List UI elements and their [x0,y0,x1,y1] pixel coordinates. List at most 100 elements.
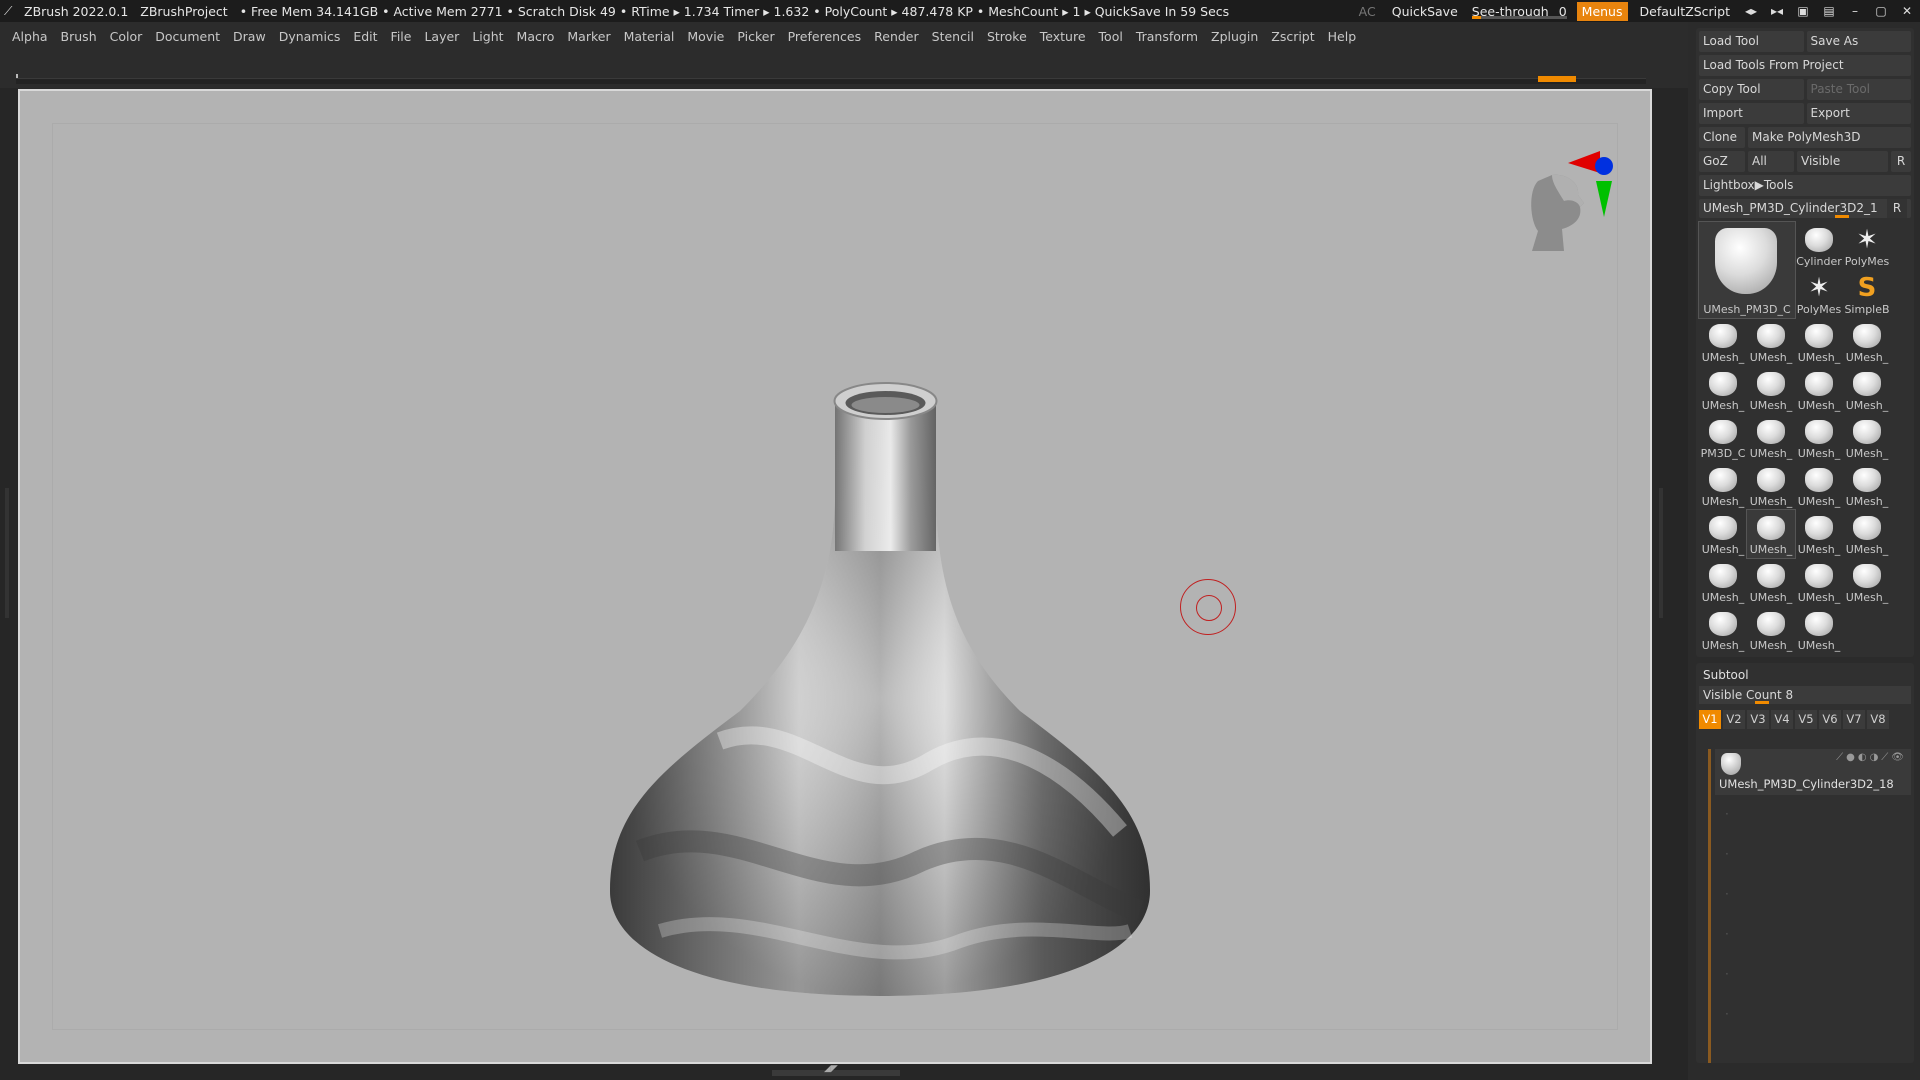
current-tool-r-button[interactable]: R [1887,199,1907,218]
current-tool-slider[interactable]: UMesh_PM3D_Cylinder3D2_1 R [1699,199,1911,218]
tool-thumbnail[interactable]: Cylinder [1795,222,1843,270]
copy-tool-button[interactable]: Copy Tool [1699,79,1804,100]
tool-thumbnail[interactable]: UMesh_ [1843,462,1891,510]
tool-thumbnail[interactable]: UMesh_ [1843,414,1891,462]
clone-button[interactable]: Clone [1699,127,1745,148]
menu-picker[interactable]: Picker [737,29,774,44]
menu-edit[interactable]: Edit [353,29,377,44]
tool-thumbnail[interactable]: UMesh_ [1699,462,1747,510]
tool-thumbnail[interactable]: UMesh_ [1843,366,1891,414]
menu-file[interactable]: File [391,29,412,44]
menu-texture[interactable]: Texture [1040,29,1086,44]
tool-thumbnail[interactable]: UMesh_ [1747,366,1795,414]
vase-model[interactable] [600,291,1160,1011]
tool-thumbnail[interactable]: PM3D_C [1699,414,1747,462]
tool-thumbnail[interactable]: UMesh_PM3D_C [1698,221,1796,319]
menu-alpha[interactable]: Alpha [12,29,48,44]
menu-layer[interactable]: Layer [424,29,459,44]
tool-thumbnail[interactable]: UMesh_ [1795,510,1843,558]
lightbox-tools-button[interactable]: Lightbox▶Tools [1699,175,1911,196]
make-polymesh3d-button[interactable]: Make PolyMesh3D [1748,127,1911,148]
shelf-position-marker[interactable] [1538,76,1576,82]
close-icon[interactable]: ✕ [1894,4,1920,18]
subtool-controls-icon[interactable]: ⟋●◐◑⟋👁 [1836,752,1907,763]
orientation-gizmo[interactable] [1508,121,1618,251]
goz-r-button[interactable]: R [1891,151,1911,172]
vtab-v1[interactable]: V1 [1699,710,1721,729]
vtab-v7[interactable]: V7 [1843,710,1865,729]
goz-button[interactable]: GoZ [1699,151,1745,172]
menu-document[interactable]: Document [155,29,220,44]
menu-zplugin[interactable]: Zplugin [1211,29,1258,44]
tool-thumbnail[interactable]: UMesh_ [1747,462,1795,510]
tool-thumbnail[interactable]: UMesh_ [1843,510,1891,558]
menu-zscript[interactable]: Zscript [1271,29,1314,44]
tool-thumbnail[interactable]: UMesh_ [1795,606,1843,654]
menu-brush[interactable]: Brush [61,29,97,44]
tool-thumbnail[interactable]: UMesh_ [1747,558,1795,606]
tool-thumbnail[interactable]: UMesh_ [1795,462,1843,510]
menus-toggle-button[interactable]: Menus [1576,1,1628,21]
tool-thumbnail[interactable]: UMesh_ [1699,366,1747,414]
bottom-tray-toggle-icon[interactable]: ◢◤ [824,1064,838,1074]
menu-marker[interactable]: Marker [567,29,610,44]
goz-visible-button[interactable]: Visible [1797,151,1888,172]
tool-thumbnail[interactable]: UMesh_ [1795,366,1843,414]
menu-light[interactable]: Light [472,29,503,44]
tool-thumbnail[interactable]: UMesh_ [1699,318,1747,366]
tool-thumbnail[interactable]: UMesh_ [1843,558,1891,606]
tool-thumbnail[interactable]: UMesh_ [1795,558,1843,606]
ac-button[interactable]: AC [1351,4,1384,19]
visible-count-slider[interactable]: Visible Count 8 [1699,686,1911,704]
paste-tool-button[interactable]: Paste Tool [1806,79,1911,100]
load-tools-from-project-button[interactable]: Load Tools From Project [1699,55,1911,76]
vtab-v2[interactable]: V2 [1723,710,1745,729]
tool-thumbnail[interactable]: UMesh_ [1747,318,1795,366]
menu-stencil[interactable]: Stencil [932,29,974,44]
import-button[interactable]: Import [1699,103,1804,124]
tool-thumbnail[interactable]: ✶ PolyMes [1795,270,1843,318]
shrink-width-icon[interactable]: ◂▸ [1738,4,1764,18]
menu-dynamics[interactable]: Dynamics [279,29,341,44]
menu-color[interactable]: Color [110,29,143,44]
tool-thumbnail[interactable]: UMesh_ [1747,414,1795,462]
tool-thumbnail[interactable]: UMesh_ [1699,558,1747,606]
layout-icon[interactable]: ▣ [1790,4,1816,18]
export-button[interactable]: Export [1806,103,1911,124]
tool-thumbnail[interactable]: ✶ PolyMes [1843,222,1891,270]
vtab-v5[interactable]: V5 [1795,710,1817,729]
menu-help[interactable]: Help [1328,29,1357,44]
swap-layout-icon[interactable]: ▤ [1816,4,1842,18]
save-as-button[interactable]: Save As [1806,31,1911,52]
tool-thumbnail[interactable]: S SimpleB [1843,270,1891,318]
vtab-v8[interactable]: V8 [1867,710,1889,729]
maximize-icon[interactable]: ▢ [1868,4,1894,18]
tool-thumbnail[interactable]: UMesh_ [1843,318,1891,366]
subtool-item[interactable]: ⟋●◐◑⟋👁 UMesh_PM3D_Cylinder3D2_18 [1715,749,1911,795]
menu-render[interactable]: Render [874,29,919,44]
menu-stroke[interactable]: Stroke [987,29,1027,44]
menu-transform[interactable]: Transform [1136,29,1198,44]
subtool-title[interactable]: Subtool [1699,666,1911,684]
left-tray-handle[interactable] [5,488,9,618]
shelf-track[interactable] [16,78,1646,84]
menu-material[interactable]: Material [624,29,675,44]
vtab-v3[interactable]: V3 [1747,710,1769,729]
vtab-v4[interactable]: V4 [1771,710,1793,729]
tool-thumbnail[interactable]: UMesh_ [1747,606,1795,654]
minimize-icon[interactable]: – [1842,4,1868,18]
menu-draw[interactable]: Draw [233,29,266,44]
goz-all-button[interactable]: All [1748,151,1794,172]
menu-movie[interactable]: Movie [687,29,724,44]
right-tray-handle[interactable] [1659,488,1663,618]
document-canvas[interactable] [18,89,1652,1064]
load-tool-button[interactable]: Load Tool [1699,31,1804,52]
menu-tool[interactable]: Tool [1099,29,1123,44]
vtab-v6[interactable]: V6 [1819,710,1841,729]
menu-macro[interactable]: Macro [517,29,555,44]
tool-thumbnail[interactable]: UMesh_ [1795,318,1843,366]
see-through-slider[interactable]: See-through 0 [1466,4,1573,19]
menu-preferences[interactable]: Preferences [788,29,862,44]
quicksave-button[interactable]: QuickSave [1384,4,1466,19]
tool-thumbnail[interactable]: UMesh_ [1746,509,1796,559]
